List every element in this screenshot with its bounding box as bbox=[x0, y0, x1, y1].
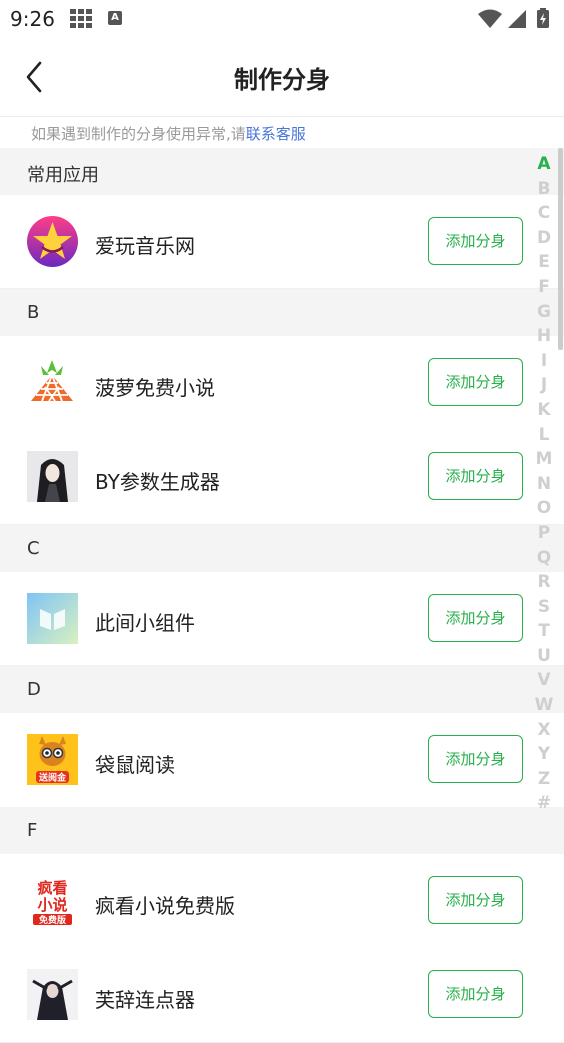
index-letter[interactable]: M bbox=[534, 447, 554, 472]
app-row: 爱玩音乐网 添加分身 bbox=[0, 195, 564, 289]
notice-text: 如果遇到制作的分身使用异常,请 bbox=[31, 125, 246, 143]
index-letter[interactable]: L bbox=[534, 423, 554, 448]
notification-a-icon: A bbox=[108, 11, 122, 25]
scrollbar[interactable] bbox=[558, 148, 563, 350]
section-header-b: B bbox=[0, 289, 564, 336]
app-row: 芙辞连点器 添加分身 bbox=[0, 948, 564, 1043]
add-clone-button[interactable]: 添加分身 bbox=[428, 452, 523, 500]
index-letter[interactable]: A bbox=[534, 152, 554, 177]
status-bar: 9:26 A bbox=[0, 0, 564, 38]
index-letter[interactable]: P bbox=[534, 521, 554, 546]
add-clone-button[interactable]: 添加分身 bbox=[428, 970, 523, 1018]
icon-label: 送阅金 bbox=[38, 772, 67, 784]
index-letter[interactable]: T bbox=[534, 619, 554, 644]
fengkan-novel-app-icon: 疯看 小说 免费版 bbox=[27, 875, 78, 926]
top-bar: 制作分身 bbox=[0, 38, 564, 117]
aiwan-music-app-icon bbox=[27, 216, 78, 267]
app-name: 菠萝免费小说 bbox=[95, 376, 215, 400]
add-clone-button[interactable]: 添加分身 bbox=[428, 876, 523, 924]
app-row: 此间小组件 添加分身 bbox=[0, 572, 564, 666]
app-row: 菠萝免费小说 添加分身 bbox=[0, 336, 564, 431]
status-icons bbox=[478, 8, 549, 28]
section-header-c: C bbox=[0, 525, 564, 572]
status-time: 9:26 bbox=[10, 7, 55, 31]
section-title: D bbox=[27, 679, 41, 700]
index-letter[interactable]: O bbox=[534, 496, 554, 521]
index-letter[interactable]: I bbox=[534, 349, 554, 374]
index-letter[interactable]: Q bbox=[534, 546, 554, 571]
index-letter[interactable]: F bbox=[534, 275, 554, 300]
icon-label-top: 疯看 bbox=[37, 879, 67, 897]
index-letter[interactable]: N bbox=[534, 472, 554, 497]
index-letter[interactable]: U bbox=[534, 644, 554, 669]
section-title: B bbox=[27, 302, 40, 323]
index-letter[interactable]: X bbox=[534, 718, 554, 743]
section-title: F bbox=[27, 820, 38, 841]
index-letter[interactable]: W bbox=[534, 693, 554, 718]
index-letter[interactable]: Z bbox=[534, 767, 554, 792]
app-row: 疯看 小说 免费版 疯看小说免费版 添加分身 bbox=[0, 854, 564, 949]
app-row: 送阅金 袋鼠阅读 添加分身 bbox=[0, 713, 564, 808]
by-param-app-icon bbox=[27, 451, 78, 502]
app-row: BY参数生成器 添加分身 bbox=[0, 430, 564, 525]
index-letter[interactable]: H bbox=[534, 324, 554, 349]
index-letter[interactable]: C bbox=[534, 201, 554, 226]
index-letter[interactable]: V bbox=[534, 668, 554, 693]
pineapple-app-icon bbox=[31, 360, 73, 402]
add-clone-button[interactable]: 添加分身 bbox=[428, 735, 523, 783]
section-header-d: D bbox=[0, 666, 564, 713]
page-title: 制作分身 bbox=[234, 66, 330, 94]
app-name: 疯看小说免费版 bbox=[95, 894, 235, 918]
signal-icon bbox=[508, 10, 526, 28]
index-letter[interactable]: K bbox=[534, 398, 554, 423]
alphabet-index-bar[interactable]: A B C D E F G H I J K L M N O P Q R S T U V W X Y Z # bbox=[534, 152, 554, 816]
contact-support-link[interactable]: 联系客服 bbox=[246, 125, 306, 143]
widget-app-icon bbox=[27, 593, 78, 644]
index-letter[interactable]: J bbox=[534, 373, 554, 398]
app-name: 此间小组件 bbox=[95, 611, 195, 635]
index-letter[interactable]: R bbox=[534, 570, 554, 595]
section-header-f: F bbox=[0, 807, 564, 854]
index-letter[interactable]: Y bbox=[534, 742, 554, 767]
icon-label-mid: 小说 bbox=[37, 896, 67, 914]
kangaroo-reading-app-icon: 送阅金 bbox=[27, 734, 78, 785]
section-title: C bbox=[27, 538, 40, 559]
index-letter[interactable]: D bbox=[534, 226, 554, 251]
app-name: 芙辞连点器 bbox=[95, 988, 195, 1012]
app-grid-icon bbox=[70, 9, 92, 29]
notice-bar: 如果遇到制作的分身使用异常,请联系客服 bbox=[0, 117, 564, 148]
notice-text-wrap: 如果遇到制作的分身使用异常,请联系客服 bbox=[31, 123, 306, 144]
section-title: 常用应用 bbox=[27, 165, 99, 186]
index-letter[interactable]: # bbox=[534, 791, 554, 816]
section-header-common: 常用应用 bbox=[0, 148, 564, 195]
wifi-icon bbox=[478, 9, 502, 28]
index-letter[interactable]: G bbox=[534, 300, 554, 325]
add-clone-button[interactable]: 添加分身 bbox=[428, 217, 523, 265]
app-name: 袋鼠阅读 bbox=[95, 753, 175, 777]
add-clone-button[interactable]: 添加分身 bbox=[428, 594, 523, 642]
app-name: 爱玩音乐网 bbox=[95, 234, 195, 258]
app-name: BY参数生成器 bbox=[95, 470, 220, 494]
fuci-clicker-app-icon bbox=[27, 969, 78, 1020]
index-letter[interactable]: S bbox=[534, 595, 554, 620]
add-clone-button[interactable]: 添加分身 bbox=[428, 358, 523, 406]
index-letter[interactable]: B bbox=[534, 177, 554, 202]
index-letter[interactable]: E bbox=[534, 250, 554, 275]
icon-label-bottom: 免费版 bbox=[39, 914, 66, 926]
